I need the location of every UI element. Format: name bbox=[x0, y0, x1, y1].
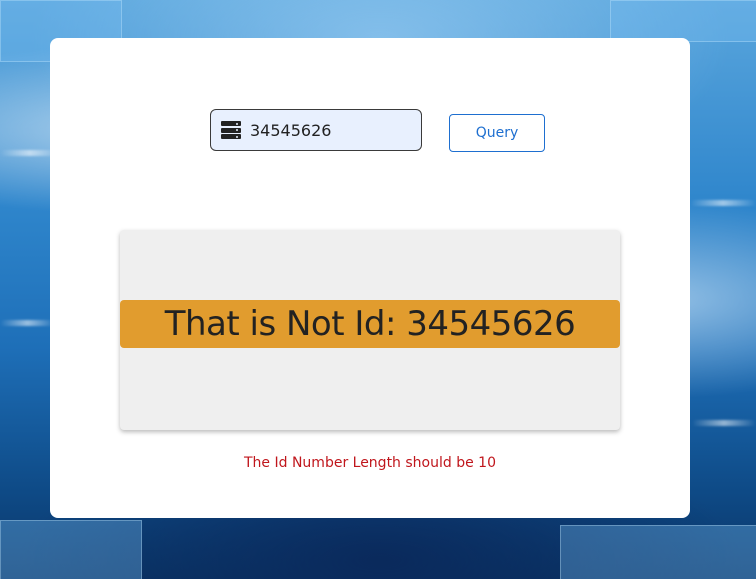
background-streak bbox=[690, 200, 756, 206]
background-tile bbox=[0, 520, 142, 579]
query-button[interactable]: Query bbox=[449, 114, 545, 152]
background-streak bbox=[692, 420, 756, 426]
background-streak bbox=[0, 320, 55, 326]
background-tile bbox=[610, 0, 756, 42]
result-text: That is Not Id: 34545626 bbox=[164, 304, 576, 344]
background-tile bbox=[560, 525, 756, 579]
result-panel: That is Not Id: 34545626 bbox=[120, 230, 620, 430]
id-number-input[interactable] bbox=[250, 120, 400, 140]
error-message: The Id Number Length should be 10 bbox=[244, 455, 496, 471]
result-banner: That is Not Id: 34545626 bbox=[120, 300, 620, 348]
search-field[interactable] bbox=[210, 109, 422, 151]
query-card: Query That is Not Id: 34545626 The Id Nu… bbox=[50, 38, 690, 518]
server-icon bbox=[221, 121, 241, 139]
